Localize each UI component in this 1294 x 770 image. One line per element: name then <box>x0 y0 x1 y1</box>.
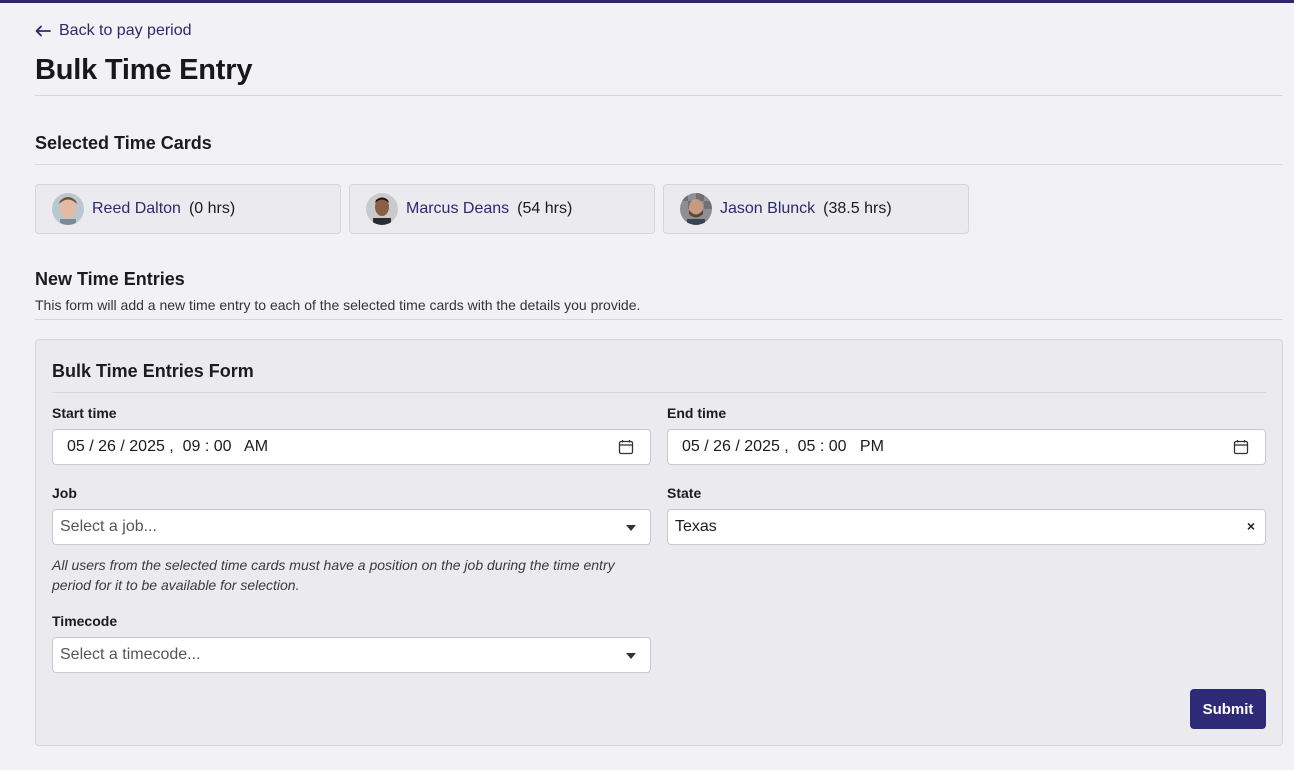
avatar <box>680 193 712 225</box>
employee-name-link[interactable]: Reed Dalton <box>92 200 181 218</box>
state-value: Texas <box>675 518 717 535</box>
form-title: Bulk Time Entries Form <box>52 361 254 381</box>
back-to-pay-period-link[interactable]: Back to pay period <box>35 22 192 40</box>
end-time-value: 05 / 26 / 2025 , 05 : 00 PM <box>682 438 884 455</box>
divider <box>52 392 1266 393</box>
start-time-value: 05 / 26 / 2025 , 09 : 00 AM <box>67 438 269 455</box>
time-card-reed-dalton: Reed Dalton (0 hrs) <box>35 184 341 234</box>
time-card-jason-blunck: Jason Blunck (38.5 hrs) <box>663 184 969 234</box>
job-help-text: All users from the selected time cards m… <box>52 557 615 593</box>
job-label: Job <box>52 485 77 501</box>
start-time-label: Start time <box>52 405 117 421</box>
calendar-icon[interactable] <box>618 439 634 455</box>
employee-name-link[interactable]: Marcus Deans <box>406 200 509 218</box>
job-placeholder: Select a job... <box>60 518 157 535</box>
new-time-entries-heading: New Time Entries <box>35 269 185 289</box>
page-title: Bulk Time Entry <box>35 54 253 86</box>
employee-hours: (38.5 hrs) <box>823 200 892 217</box>
start-time-input[interactable]: 05 / 26 / 2025 , 09 : 00 AM <box>52 429 651 465</box>
avatar <box>52 193 84 225</box>
back-link-label: Back to pay period <box>59 22 192 39</box>
timecode-select[interactable]: Select a timecode... <box>52 637 651 673</box>
calendar-icon[interactable] <box>1233 439 1249 455</box>
end-time-label: End time <box>667 405 727 421</box>
employee-hours: (0 hrs) <box>188 200 236 217</box>
clear-icon[interactable]: × <box>1247 518 1255 534</box>
state-label: State <box>667 485 702 501</box>
avatar <box>366 193 398 225</box>
job-select[interactable]: Select a job... <box>52 509 651 545</box>
timecode-label: Timecode <box>52 613 118 629</box>
selected-time-cards-list: Reed Dalton (0 hrs) Marcus Deans (54 hrs… <box>35 184 969 234</box>
new-time-entries-description: This form will add a new time entry to e… <box>35 297 641 313</box>
bulk-time-entries-form: Bulk Time Entries Form Start time 05 / 2… <box>35 339 1283 746</box>
state-select[interactable]: Texas × <box>667 509 1266 545</box>
employee-name-link[interactable]: Jason Blunck <box>720 200 815 218</box>
chevron-down-icon[interactable] <box>626 525 636 531</box>
divider <box>35 319 1283 320</box>
time-card-marcus-deans: Marcus Deans (54 hrs) <box>349 184 655 234</box>
submit-button[interactable]: Submit <box>1190 689 1266 729</box>
end-time-input[interactable]: 05 / 26 / 2025 , 05 : 00 PM <box>667 429 1266 465</box>
timecode-placeholder: Select a timecode... <box>60 646 201 663</box>
divider <box>35 95 1283 96</box>
chevron-down-icon[interactable] <box>626 653 636 659</box>
arrow-left-icon <box>35 25 51 37</box>
selected-time-cards-heading: Selected Time Cards <box>35 133 212 153</box>
employee-hours: (54 hrs) <box>517 200 573 217</box>
divider <box>35 164 1283 165</box>
